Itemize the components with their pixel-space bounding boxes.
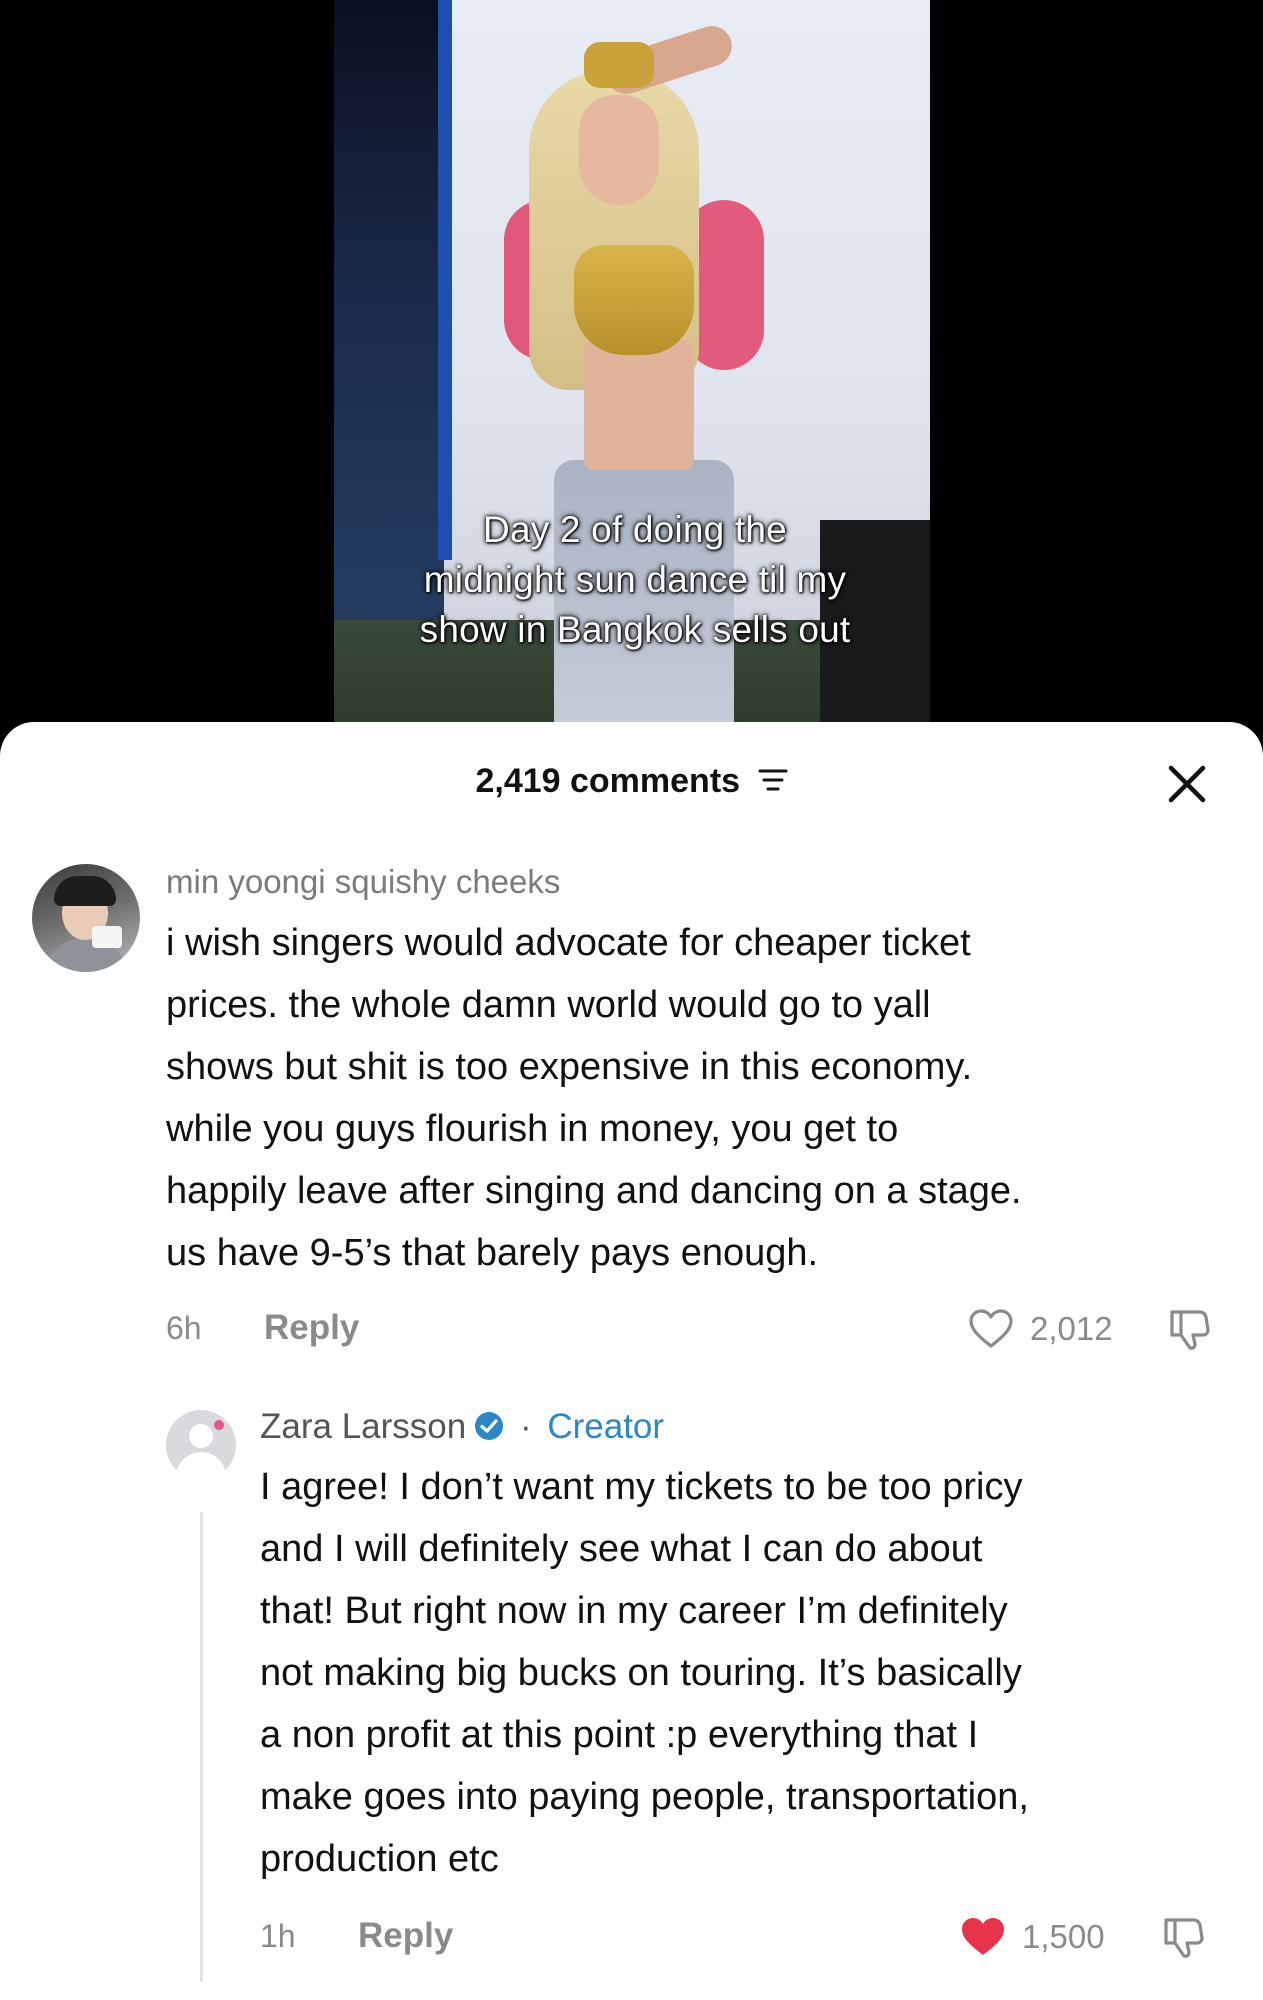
thread-line — [200, 1512, 203, 1982]
creator-badge: Creator — [547, 1407, 665, 1446]
comment-item: min yoongi squishy cheeks i wish singers… — [166, 862, 1226, 1352]
video-player[interactable]: Day 2 of doing the midnight sun dance ti… — [0, 0, 1263, 740]
comment-meta: 6h Reply 2,012 — [166, 1302, 1226, 1352]
close-icon[interactable] — [1167, 764, 1207, 804]
dislike-icon[interactable] — [1160, 1914, 1206, 1960]
reply-item: Zara Larsson · Creator I agree! I don’t … — [260, 1402, 1240, 1960]
video-caption: Day 2 of doing the midnight sun dance ti… — [419, 509, 851, 650]
avatar[interactable] — [166, 1410, 236, 1480]
reply-username[interactable]: Zara Larsson — [260, 1407, 466, 1446]
heart-icon[interactable] — [960, 1916, 1006, 1958]
verified-badge-icon — [475, 1411, 504, 1440]
heart-icon[interactable] — [968, 1308, 1014, 1350]
comment-text: i wish singers would advocate for cheape… — [166, 922, 1022, 1274]
reply-text: I agree! I don’t want my tickets to be t… — [260, 1466, 1029, 1880]
reply-author-row: Zara Larsson · Creator — [260, 1407, 665, 1446]
comments-header: 2,419 comments — [0, 722, 1263, 842]
dislike-icon[interactable] — [1166, 1306, 1212, 1352]
comments-count[interactable]: 2,419 comments — [0, 762, 1263, 801]
reply-time: 1h — [260, 1918, 296, 1954]
like-count: 2,012 — [1030, 1310, 1113, 1347]
comment-time: 6h — [166, 1310, 202, 1346]
like-count: 1,500 — [1022, 1918, 1105, 1955]
filter-icon[interactable] — [758, 768, 788, 792]
reply-button[interactable]: Reply — [264, 1308, 359, 1348]
comment-username[interactable]: min yoongi squishy cheeks — [166, 862, 1226, 902]
reply-meta: 1h Reply 1,500 — [260, 1910, 1240, 1960]
comments-sheet: 2,419 comments min yoongi squishy cheeks… — [0, 722, 1263, 2000]
reply-button[interactable]: Reply — [358, 1916, 453, 1956]
avatar[interactable] — [32, 864, 140, 972]
